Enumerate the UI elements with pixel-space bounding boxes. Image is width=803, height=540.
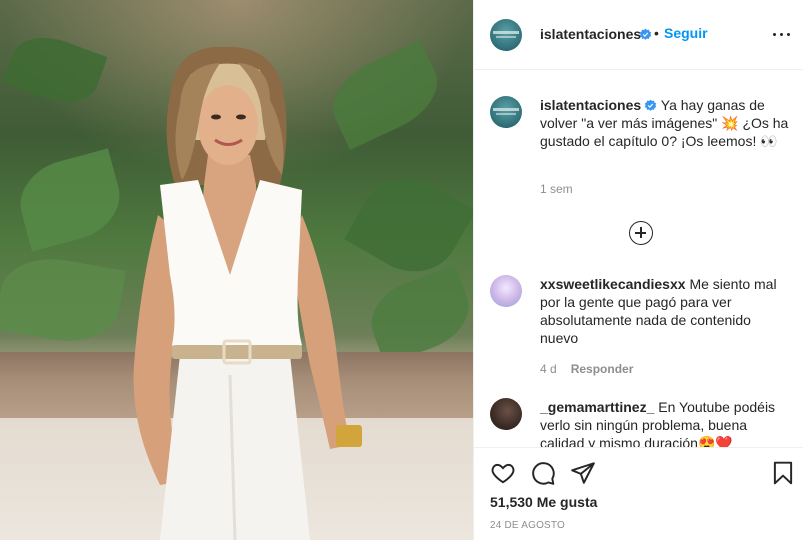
comment-avatar[interactable] [490,398,522,430]
verified-badge-icon [636,26,652,44]
load-more-icon[interactable] [629,221,653,245]
reply-button[interactable]: Responder [571,362,634,376]
share-icon[interactable] [570,460,596,486]
post-photo[interactable] [0,0,473,540]
comment-time[interactable]: 4 d [540,362,557,376]
comment-username[interactable]: _gemamarttinez_ [540,399,654,415]
comment-avatar[interactable] [490,275,522,307]
post-actions: 51,530 Me gusta 24 DE AGOSTO [474,447,803,540]
caption-username[interactable]: islatentaciones [540,97,641,113]
comment-text-block: xxsweetlikecandiesxx Me siento mal por l… [540,275,790,347]
caption-timestamp[interactable]: 1 sem [540,182,573,196]
bookmark-icon[interactable] [770,460,796,486]
header-username[interactable]: islatentaciones [540,26,641,42]
comment-username[interactable]: xxsweetlikecandiesxx [540,276,686,292]
comment-meta: 4 d Responder [540,362,633,376]
header-separator: • [654,25,659,41]
heart-icon[interactable] [490,460,516,486]
comment-text-block: _gemamarttinez_ En Youtube podéis verlo … [540,398,790,447]
verified-badge-icon [644,99,657,111]
photo-foliage [0,250,127,350]
comments-list: xxsweetlikecandiesxx Me siento mal por l… [474,260,803,447]
follow-button[interactable]: Seguir [664,25,708,41]
caption-avatar[interactable] [490,96,522,128]
more-options-icon[interactable] [772,25,792,43]
post-header: islatentaciones • Seguir [474,0,803,70]
account-avatar[interactable] [490,19,522,51]
post-date[interactable]: 24 DE AGOSTO [490,520,565,531]
caption-text-block: islatentaciones Ya hay ganas de volver "… [540,96,790,150]
post-side-panel: islatentaciones • Seguir islatentaciones… [473,0,803,540]
likes-count[interactable]: 51,530 Me gusta [490,494,597,510]
photo-woman-figure [133,46,362,540]
comment-icon[interactable] [530,460,556,486]
